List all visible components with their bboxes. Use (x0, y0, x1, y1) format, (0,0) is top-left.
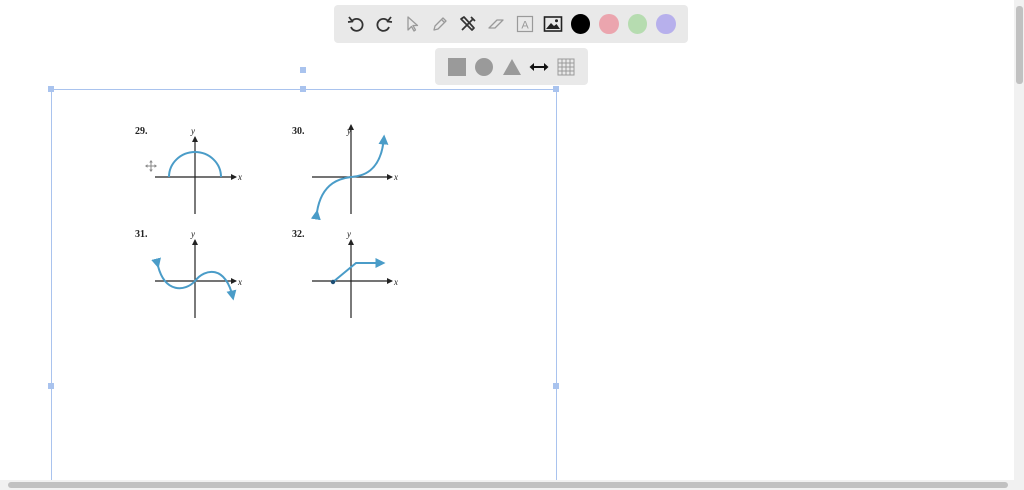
graph-30: 30. y x (292, 124, 398, 221)
graph-number: 32. (292, 229, 305, 240)
horizontal-scroll-thumb[interactable] (8, 482, 1008, 488)
x-axis-label: x (393, 277, 398, 287)
y-axis-label: y (190, 126, 195, 136)
graph-number: 29. (135, 126, 148, 137)
graph-number: 30. (292, 126, 305, 137)
vertical-scroll-thumb[interactable] (1016, 6, 1023, 84)
graph-31: 31. y x (135, 229, 242, 318)
y-axis-label: y (346, 229, 351, 239)
vertical-scrollbar[interactable] (1014, 0, 1024, 490)
x-axis-label: x (393, 172, 398, 182)
y-axis-label: y (190, 229, 195, 239)
horizontal-scrollbar[interactable] (0, 480, 1024, 490)
x-axis-label: x (237, 277, 242, 287)
graphs-canvas: 29. y x 30. y x 31. y x 32. y x (135, 124, 398, 318)
graph-29: 29. y x (135, 126, 242, 214)
graph-number: 31. (135, 229, 148, 240)
graph-32: 32. y x (292, 229, 398, 318)
piecewise-curve (332, 258, 386, 283)
move-cursor-icon (145, 160, 157, 172)
x-axis-label: x (237, 172, 242, 182)
y-axis-label: y (346, 126, 351, 136)
closed-endpoint (330, 279, 336, 285)
